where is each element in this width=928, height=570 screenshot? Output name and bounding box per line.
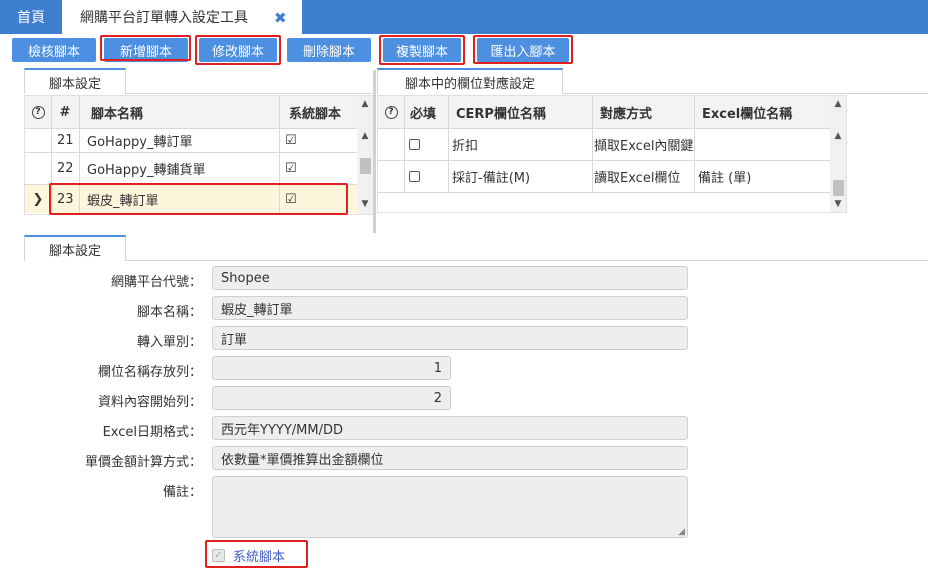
label-remarks: 備註： [162, 485, 202, 500]
panel-splitter[interactable] [373, 70, 376, 233]
table-row[interactable]: 22 GoHappy_轉鋪貨單 ☑ [25, 153, 357, 184]
label-header-row: 欄位名稱存放列： [97, 365, 202, 380]
checkbox-box[interactable] [409, 171, 420, 182]
grid-line [378, 160, 830, 161]
grid-line [25, 128, 357, 129]
row-num: 22 [57, 161, 74, 176]
row-erp-field: 折扣 [452, 139, 479, 154]
scrollbar-thumb[interactable] [360, 158, 371, 174]
required-checkbox[interactable] [404, 129, 448, 160]
grid-line [694, 96, 695, 193]
column-header-erp-field[interactable]: CERP欄位名稱 [448, 96, 592, 128]
table-row[interactable]: 採訂-備註(M) 讀取Excel欄位 備註 (單) [378, 161, 830, 192]
column-header-excel-field[interactable]: Excel欄位名稱 [694, 96, 830, 128]
header-row-field[interactable]: 1 [212, 356, 451, 380]
scroll-up-icon[interactable]: ▲ [357, 128, 373, 144]
row-excel-field: 備註 (單) [698, 171, 752, 186]
resize-handle-icon[interactable]: ◢ [678, 527, 685, 537]
highlight-system-script [205, 540, 308, 568]
highlight-import-export-button [473, 35, 573, 64]
scroll-up-icon[interactable]: ▲ [830, 96, 846, 112]
help-icon[interactable]: ? [378, 96, 404, 128]
script-name-field[interactable]: 蝦皮_轉訂單 [212, 296, 688, 320]
script-list-scrollbar[interactable]: ▲ ▲ ▼ [357, 96, 373, 214]
highlight-copy-button [379, 35, 465, 65]
remarks-textarea[interactable]: ◢ [212, 476, 688, 538]
import-doc-type-field[interactable]: 訂單 [212, 326, 688, 350]
column-header-mapping-method[interactable]: 對應方式 [592, 96, 694, 128]
delete-script-button[interactable]: 刪除腳本 [287, 38, 371, 62]
column-header-num[interactable]: # [51, 96, 79, 128]
table-row[interactable]: 折扣 擷取Excel內關鍵 [378, 129, 830, 160]
highlight-edit-button [195, 35, 281, 65]
help-icon[interactable]: ? [25, 96, 51, 128]
close-icon[interactable]: ✖ [274, 9, 287, 27]
row-system-checkbox: ☑ [285, 161, 297, 176]
highlight-selected-row [49, 183, 348, 215]
grid-line [448, 96, 449, 193]
help-icon-glyph: ? [31, 105, 45, 119]
tab-field-mapping[interactable]: 腳本中的欄位對應設定 [377, 68, 563, 94]
row-script-name: GoHappy_轉訂單 [87, 134, 193, 150]
excel-date-format-field[interactable]: 西元年YYYY/MM/DD [212, 416, 688, 440]
panel-divider [126, 93, 372, 94]
label-platform-code: 網購平台代號： [110, 275, 202, 290]
label-excel-date-format: Excel日期格式： [102, 425, 202, 440]
row-script-name: GoHappy_轉鋪貨單 [87, 163, 206, 178]
grid-line [25, 152, 357, 153]
label-script-name: 腳本名稱： [136, 305, 202, 320]
column-header-system-script[interactable]: 系統腳本 [279, 96, 357, 128]
scrollbar-thumb[interactable] [833, 180, 844, 196]
grid-line [378, 128, 830, 129]
tab-active-label: 網購平台訂單轉入設定工具 [80, 10, 248, 26]
highlight-add-button [100, 35, 191, 61]
table-row[interactable]: 21 GoHappy_轉訂單 ☑ [25, 128, 357, 152]
row-mapping-method: 讀取Excel欄位 [594, 171, 681, 186]
grid-line [592, 96, 593, 193]
scroll-down-icon[interactable]: ▼ [357, 196, 373, 212]
data-start-row-field[interactable]: 2 [212, 386, 451, 410]
field-mapping-scrollbar[interactable]: ▲ ▲ ▼ [830, 96, 846, 212]
tab-home[interactable]: 首頁 [0, 0, 62, 34]
column-header-required[interactable]: 必填 [404, 96, 448, 128]
row-mapping-method: 擷取Excel內關鍵 [594, 139, 694, 154]
required-checkbox[interactable] [404, 161, 448, 192]
row-erp-field: 採訂-備註(M) [452, 171, 531, 186]
scroll-up-icon[interactable]: ▲ [357, 96, 373, 112]
scroll-down-icon[interactable]: ▼ [830, 196, 846, 212]
panel-divider [126, 260, 928, 261]
row-selector-icon: ❯ [32, 191, 44, 207]
check-script-button[interactable]: 檢核腳本 [12, 38, 96, 62]
column-header-script-name[interactable]: 腳本名稱 [79, 96, 279, 128]
platform-code-field[interactable]: Shopee [212, 266, 688, 290]
tab-script-detail[interactable]: 腳本設定 [24, 235, 126, 261]
row-system-checkbox: ☑ [285, 132, 297, 148]
grid-line [378, 192, 830, 193]
label-import-doc-type: 轉入單別： [136, 335, 202, 350]
price-calc-method-field[interactable]: 依數量*單價推算出金額欄位 [212, 446, 688, 470]
checkbox-box[interactable] [409, 139, 420, 150]
field-mapping-grid: ? 必填 CERP欄位名稱 對應方式 Excel欄位名稱 折扣 擷取Excel內… [377, 95, 847, 213]
help-icon-glyph: ? [384, 105, 398, 119]
tab-script-settings[interactable]: 腳本設定 [24, 68, 126, 94]
panel-divider [563, 93, 928, 94]
row-excel-field [694, 129, 830, 160]
label-price-calc-method: 單價金額計算方式： [84, 455, 202, 470]
row-num: 21 [57, 132, 74, 148]
label-data-start-row: 資料內容開始列： [97, 395, 202, 410]
tab-order-import-tool[interactable]: 網購平台訂單轉入設定工具 ✖ [62, 0, 302, 34]
scroll-up-icon[interactable]: ▲ [830, 128, 846, 144]
grid-line [404, 96, 405, 193]
